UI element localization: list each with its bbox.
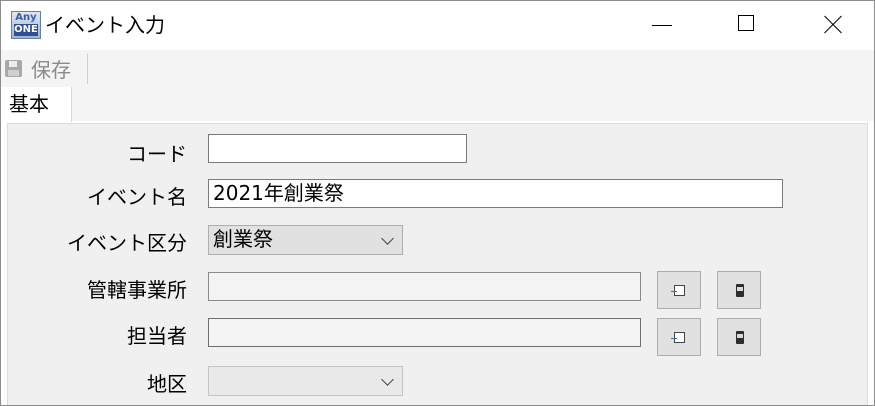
region-select[interactable] xyxy=(208,366,403,396)
lookup-icon xyxy=(671,285,685,296)
code-label: コード xyxy=(127,142,187,166)
event-name-label: イベント名 xyxy=(87,185,187,209)
form-panel: コード イベント名 2021年創業祭 イベント区分 創業祭 管轄事業所 担当者 xyxy=(7,123,868,405)
chevron-down-icon xyxy=(381,373,394,386)
app-icon-text-bottom: ONE xyxy=(14,24,38,36)
person-clear-button[interactable] xyxy=(717,318,761,356)
event-category-select[interactable]: 創業祭 xyxy=(208,225,403,255)
toolbar-separator xyxy=(87,54,88,84)
region-label: 地区 xyxy=(147,372,187,396)
close-button[interactable] xyxy=(786,1,874,50)
floppy-disk-icon xyxy=(5,60,22,77)
app-icon: Any ONE xyxy=(11,11,41,39)
title-bar: Any ONE イベント入力 xyxy=(1,1,874,50)
chevron-down-icon xyxy=(381,232,394,245)
save-button-label: 保存 xyxy=(31,58,71,82)
event-input-window: Any ONE イベント入力 保存 基本 コード イベント名 2021年創業祭 … xyxy=(0,0,875,406)
office-clear-button[interactable] xyxy=(717,271,761,309)
person-label: 担当者 xyxy=(127,324,187,348)
clear-icon xyxy=(736,284,744,297)
toolbar: 保存 xyxy=(1,50,874,87)
office-label: 管轄事業所 xyxy=(87,278,187,302)
tab-basic-label: 基本 xyxy=(9,92,49,116)
event-category-value: 創業祭 xyxy=(213,227,273,251)
person-lookup-button[interactable] xyxy=(657,318,701,356)
app-icon-text-top: Any xyxy=(15,12,37,23)
lookup-icon xyxy=(671,332,685,343)
event-name-input[interactable]: 2021年創業祭 xyxy=(208,179,783,208)
office-lookup-button[interactable] xyxy=(657,271,701,309)
clear-icon xyxy=(736,331,744,344)
code-input[interactable] xyxy=(208,134,467,163)
window-title: イベント入力 xyxy=(45,13,165,37)
office-field xyxy=(208,272,641,301)
event-category-label: イベント区分 xyxy=(67,231,187,255)
tab-basic[interactable]: 基本 xyxy=(1,87,72,122)
tab-strip: 基本 xyxy=(1,87,874,122)
minimize-button[interactable] xyxy=(621,1,711,50)
save-button[interactable]: 保存 xyxy=(3,53,87,85)
maximize-button[interactable] xyxy=(701,1,791,50)
person-field xyxy=(208,318,641,347)
